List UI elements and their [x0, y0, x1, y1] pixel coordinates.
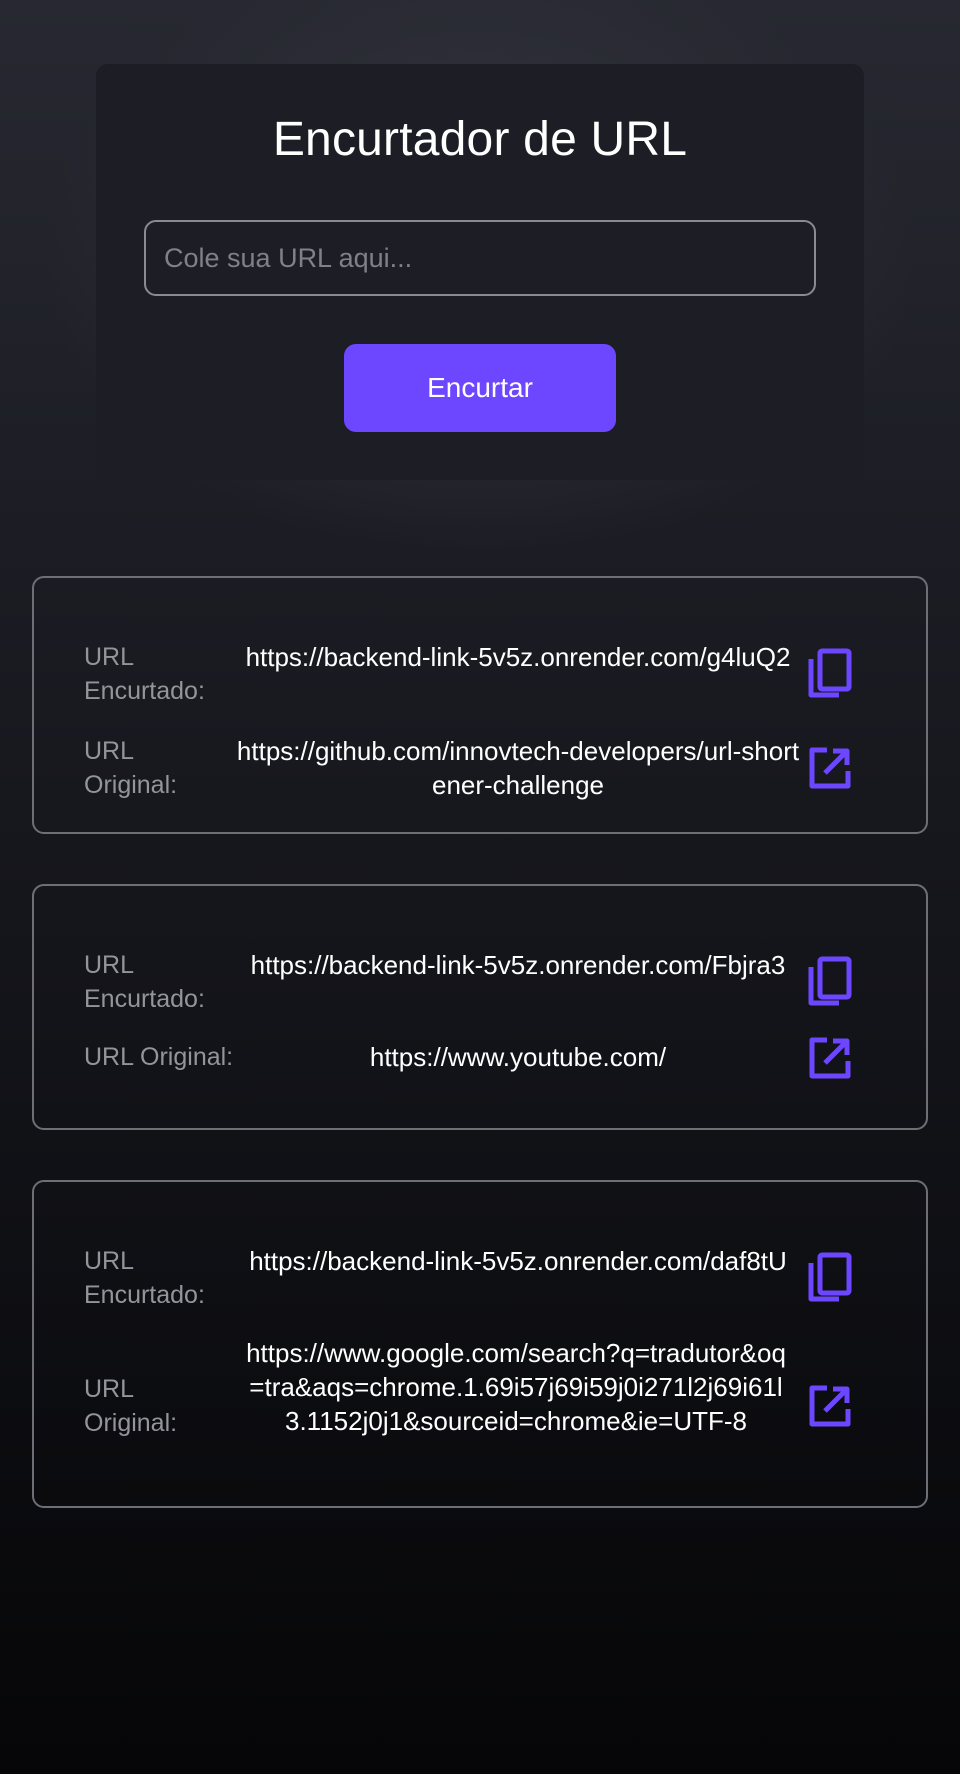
- page-title: Encurtador de URL: [272, 113, 688, 166]
- short-url-label-line-1: URL: [84, 951, 135, 979]
- original-url-label: URL Original:: [84, 734, 177, 802]
- short-url-value: https://backend-link-5v5z.onrender.com/g…: [245, 642, 791, 672]
- short-url-label-line-1: URL: [84, 643, 135, 671]
- original-url-value: https://github.com/innovtech-developers/…: [236, 736, 800, 800]
- open-link-button[interactable]: [800, 1028, 860, 1088]
- url-input[interactable]: [144, 220, 816, 296]
- short-url-label-line-2: Encurtado:: [84, 985, 205, 1013]
- short-url-label-line-2: Encurtado:: [84, 1281, 205, 1309]
- copy-button[interactable]: [800, 952, 860, 1012]
- open-link-button[interactable]: [800, 1376, 860, 1436]
- short-url-label-line-1: URL: [84, 1247, 135, 1275]
- short-url-value: https://backend-link-5v5z.onrender.com/F…: [250, 950, 786, 980]
- open-link-button[interactable]: [800, 738, 860, 798]
- original-url-label: URL Original:: [84, 1043, 234, 1071]
- original-url-row: URL Original: https://www.google.com/sea…: [34, 1336, 926, 1476]
- open-external-icon: [809, 1385, 851, 1427]
- shorten-button[interactable]: Encurtar: [344, 344, 616, 432]
- original-url-row: URL Original: https://www.youtube.com/: [34, 1037, 926, 1094]
- open-external-icon: [809, 747, 851, 789]
- short-url-label: URL Encurtado:: [84, 1244, 205, 1312]
- copy-button[interactable]: [800, 644, 860, 704]
- copy-button[interactable]: [800, 1248, 860, 1308]
- open-external-icon: [809, 1037, 851, 1079]
- short-url-label: URL Encurtado:: [84, 640, 205, 708]
- result-card: URL Encurtado: https://backend-link-5v5z…: [32, 884, 928, 1130]
- original-url-label-line-1: URL: [84, 1375, 135, 1403]
- result-card: URL Encurtado: https://backend-link-5v5z…: [32, 576, 928, 834]
- original-url-label-line-2: Original:: [84, 1409, 178, 1437]
- short-url-row: URL Encurtado: https://backend-link-5v5z…: [34, 638, 926, 710]
- copy-icon: [808, 1252, 852, 1302]
- short-url-label: URL Encurtado:: [84, 948, 205, 1016]
- short-url-value: https://backend-link-5v5z.onrender.com/d…: [249, 1246, 787, 1276]
- short-url-label-line-2: Encurtado:: [84, 677, 205, 705]
- original-url-label-line-1: URL: [84, 737, 135, 765]
- original-url-value: https://www.google.com/search?q=tradutor…: [246, 1338, 786, 1436]
- short-url-row: URL Encurtado: https://backend-link-5v5z…: [34, 946, 926, 1018]
- result-card: URL Encurtado: https://backend-link-5v5z…: [32, 1180, 928, 1508]
- copy-icon: [808, 956, 852, 1006]
- copy-icon: [808, 648, 852, 698]
- original-url-row: URL Original: https://github.com/innovte…: [34, 734, 926, 806]
- original-url-value: https://www.youtube.com/: [369, 1042, 667, 1072]
- original-url-label-line-2: Original:: [84, 771, 178, 799]
- original-url-label: URL Original:: [84, 1372, 177, 1440]
- short-url-row: URL Encurtado: https://backend-link-5v5z…: [34, 1242, 926, 1314]
